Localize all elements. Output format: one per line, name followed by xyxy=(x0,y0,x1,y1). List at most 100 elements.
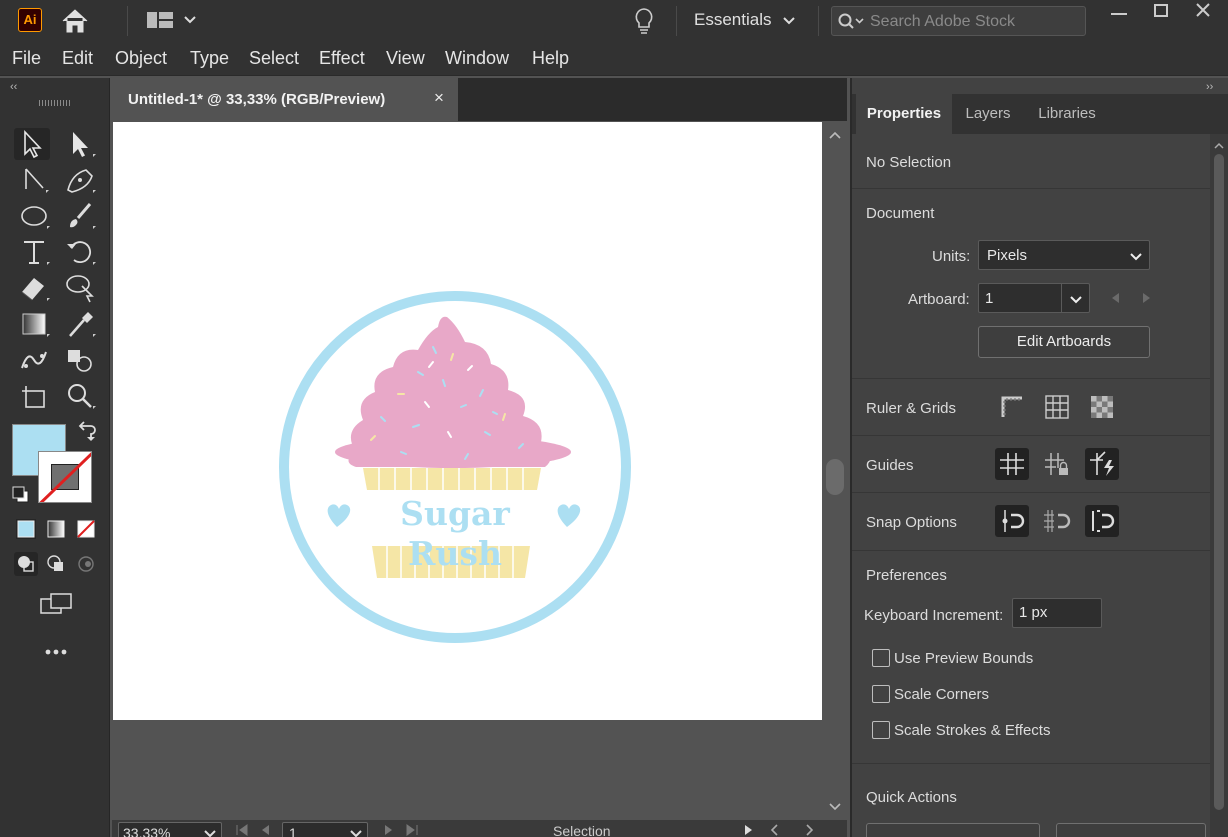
panel-scrollbar[interactable] xyxy=(1210,134,1228,837)
scroll-up-icon[interactable] xyxy=(828,127,842,139)
artboard-dropdown[interactable]: 1 xyxy=(978,283,1090,313)
scroll-up-icon[interactable] xyxy=(1213,138,1225,149)
document-tab[interactable]: Untitled-1* @ 33,33% (RGB/Preview) × xyxy=(112,78,458,121)
rotate-tool-icon[interactable] xyxy=(62,236,98,268)
grid-icon[interactable] xyxy=(1040,391,1074,423)
draw-behind-icon[interactable] xyxy=(42,550,70,578)
shape-builder-tool-icon[interactable] xyxy=(62,344,98,376)
eyedropper-tool-icon[interactable] xyxy=(62,308,98,340)
units-dropdown[interactable]: Pixels xyxy=(978,240,1150,270)
collapse-panel-icon[interactable]: ‹‹ xyxy=(10,81,17,93)
menu-select[interactable]: Select xyxy=(249,48,299,69)
divider xyxy=(127,6,128,36)
canvas-area[interactable]: Sugar Rush xyxy=(112,121,824,821)
scroll-right-icon[interactable] xyxy=(802,823,816,837)
tab-libraries[interactable]: Libraries xyxy=(1024,94,1110,134)
none-mode-icon[interactable] xyxy=(72,514,100,544)
menu-view[interactable]: View xyxy=(386,48,425,69)
first-artboard-icon[interactable] xyxy=(234,823,250,837)
menu-object[interactable]: Object xyxy=(115,48,167,69)
previous-artboard-icon[interactable] xyxy=(1108,290,1122,306)
direct-selection-tool-icon[interactable] xyxy=(16,164,52,196)
selection-tool-icon[interactable] xyxy=(14,128,50,160)
app-bar: Ai Essentials Search Adobe Stock xyxy=(0,0,1228,42)
tab-layers[interactable]: Layers xyxy=(952,94,1024,134)
next-artboard-icon[interactable] xyxy=(1140,290,1154,306)
divider xyxy=(818,6,819,36)
chevron-down-icon[interactable] xyxy=(781,14,797,28)
scroll-down-icon[interactable] xyxy=(828,799,842,811)
ellipse-tool-icon[interactable] xyxy=(16,200,52,232)
draw-normal-icon[interactable] xyxy=(12,550,40,578)
keyboard-increment-input[interactable]: 1 px xyxy=(1012,598,1102,628)
menu-edit[interactable]: Edit xyxy=(62,48,93,69)
smart-guides-icon[interactable] xyxy=(1085,448,1119,480)
chevron-down-icon[interactable] xyxy=(203,827,217,837)
lightbulb-icon[interactable] xyxy=(632,6,656,36)
menu-window[interactable]: Window xyxy=(445,48,509,69)
close-icon[interactable] xyxy=(1183,0,1223,26)
canvas-vertical-scrollbar[interactable] xyxy=(824,121,846,821)
artboard-value: 1 xyxy=(985,290,994,307)
zoom-level-field[interactable]: 33,33% xyxy=(118,822,222,837)
edit-artboards-button[interactable]: Edit Artboards xyxy=(978,326,1150,358)
type-tool-icon[interactable] xyxy=(16,236,52,268)
direct-selection-tool-icon[interactable] xyxy=(62,128,98,160)
swap-colors-icon[interactable] xyxy=(76,420,98,442)
zoom-tool-icon[interactable] xyxy=(62,380,98,412)
artboard-tool-icon[interactable] xyxy=(16,380,52,412)
close-document-icon[interactable]: × xyxy=(434,88,444,108)
panel-grip[interactable] xyxy=(39,100,71,106)
default-colors-icon[interactable] xyxy=(10,484,32,506)
scroll-thumb[interactable] xyxy=(1214,154,1224,810)
eraser-tool-icon[interactable] xyxy=(16,272,52,304)
document-setup-button[interactable] xyxy=(866,823,1040,837)
change-screen-mode-icon[interactable] xyxy=(38,590,74,620)
show-guides-icon[interactable] xyxy=(995,448,1029,480)
collapse-panel-icon[interactable]: ›› xyxy=(1206,81,1213,93)
scroll-thumb[interactable] xyxy=(826,459,844,495)
transparency-grid-icon[interactable] xyxy=(1085,391,1119,423)
tab-properties[interactable]: Properties xyxy=(856,94,952,134)
snap-to-pixel-icon[interactable] xyxy=(1040,505,1074,537)
color-mode-icon[interactable] xyxy=(12,514,40,544)
arrange-documents-icon[interactable] xyxy=(146,9,202,31)
search-adobe-stock-input[interactable]: Search Adobe Stock xyxy=(831,6,1086,36)
last-artboard-icon[interactable] xyxy=(404,823,420,837)
workspace-switcher[interactable]: Essentials xyxy=(694,10,771,30)
status-menu-icon[interactable] xyxy=(742,823,756,837)
next-artboard-icon[interactable] xyxy=(382,823,396,837)
menu-type[interactable]: Type xyxy=(190,48,229,69)
draw-inside-icon[interactable] xyxy=(72,550,100,578)
edit-toolbar-icon[interactable] xyxy=(38,638,74,666)
maximize-icon[interactable] xyxy=(1141,0,1181,26)
snap-to-point-icon[interactable] xyxy=(995,505,1029,537)
minimize-icon[interactable] xyxy=(1099,0,1139,26)
previous-artboard-icon[interactable] xyxy=(258,823,272,837)
lock-guides-icon[interactable] xyxy=(1040,448,1074,480)
scroll-left-icon[interactable] xyxy=(768,823,782,837)
scale-strokes-effects-checkbox[interactable] xyxy=(872,721,890,739)
current-tool-status[interactable]: Selection xyxy=(553,823,611,837)
menu-help[interactable]: Help xyxy=(532,48,569,69)
ruler-icon[interactable] xyxy=(995,391,1029,423)
preferences-button[interactable] xyxy=(1056,823,1206,837)
artboard-number-field[interactable]: 1 xyxy=(282,822,368,837)
chevron-down-icon[interactable] xyxy=(349,827,363,837)
stroke-color-swatch[interactable] xyxy=(38,451,92,503)
paintbrush-tool-icon[interactable] xyxy=(62,200,98,232)
puppet-warp-tool-icon[interactable] xyxy=(16,344,52,376)
use-preview-bounds-checkbox[interactable] xyxy=(872,649,890,667)
pen-tool-icon[interactable] xyxy=(62,164,98,196)
menu-file[interactable]: File xyxy=(12,48,41,69)
gradient-tool-icon[interactable] xyxy=(16,308,52,340)
gradient-mode-icon[interactable] xyxy=(42,514,70,544)
home-icon[interactable] xyxy=(60,7,90,35)
section-divider xyxy=(852,188,1210,189)
artboard[interactable]: Sugar Rush xyxy=(113,122,822,720)
cupcake-logo-artwork[interactable] xyxy=(113,122,822,720)
menu-effect[interactable]: Effect xyxy=(319,48,365,69)
lasso-tool-icon[interactable] xyxy=(62,272,98,304)
snap-to-glyph-icon[interactable] xyxy=(1085,505,1119,537)
scale-corners-checkbox[interactable] xyxy=(872,685,890,703)
